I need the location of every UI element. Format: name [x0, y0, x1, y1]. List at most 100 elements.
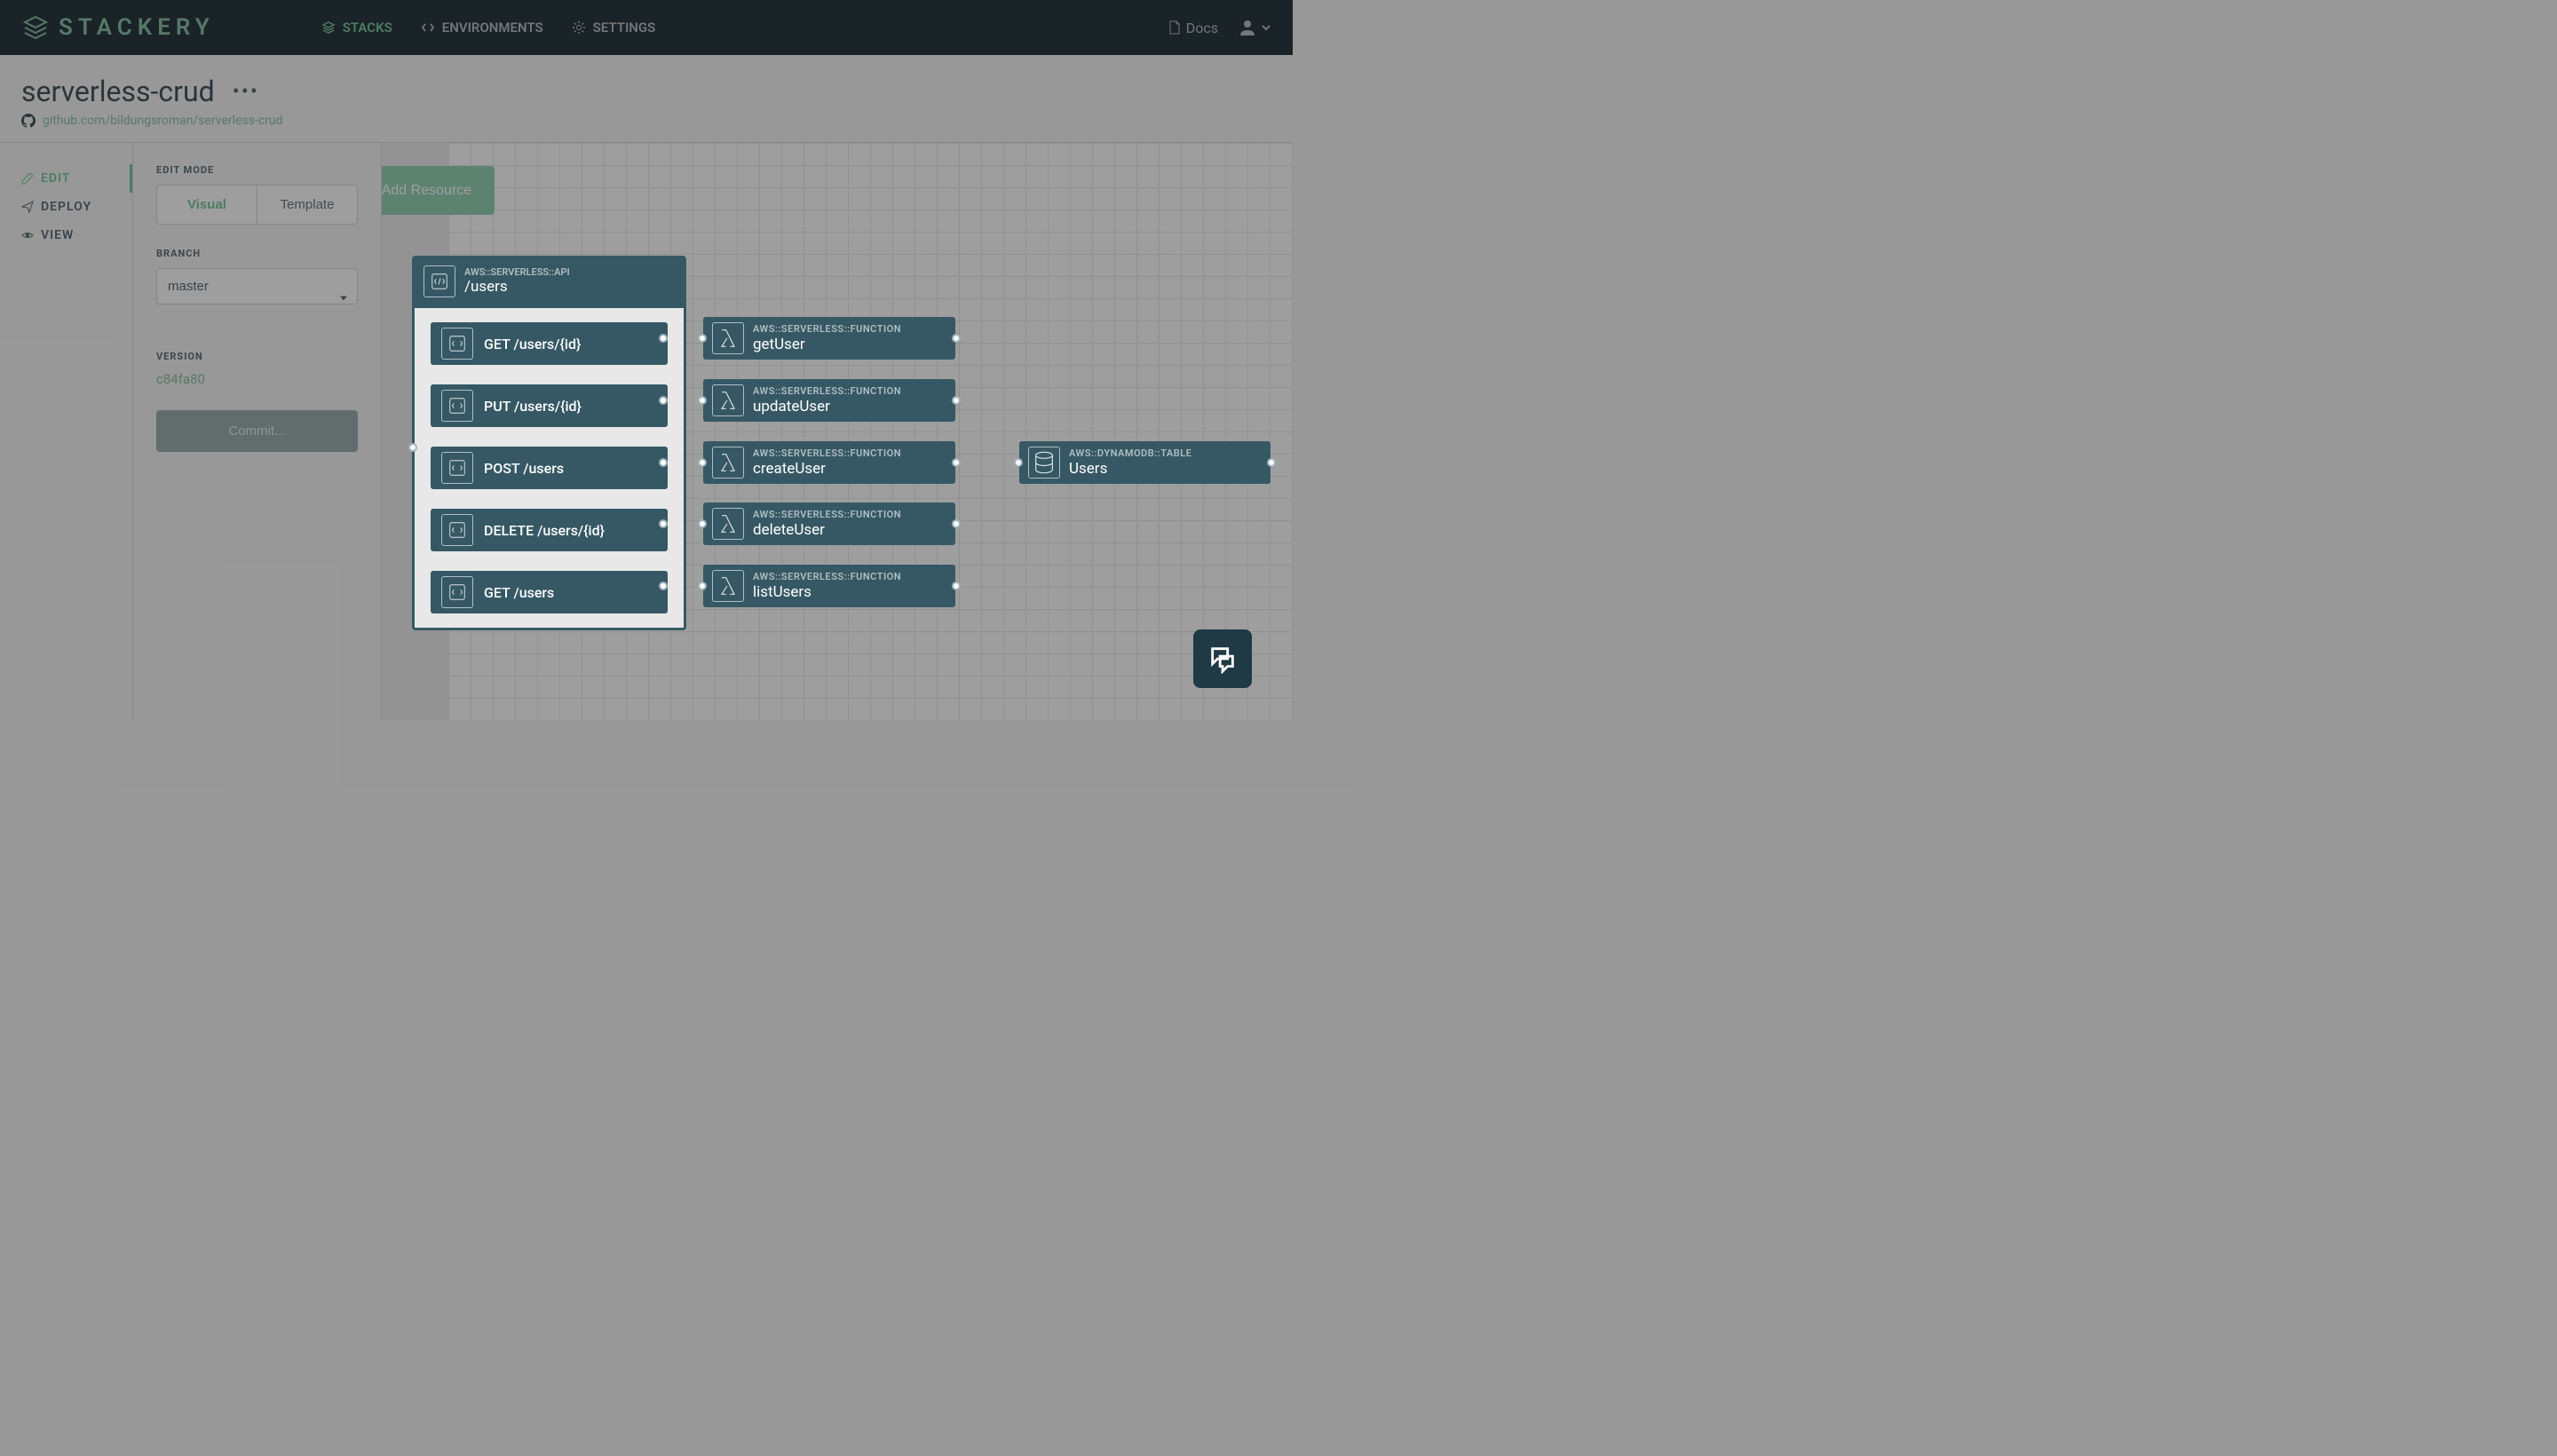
eye-icon: [21, 229, 34, 241]
logo[interactable]: STACKERY: [21, 13, 215, 42]
chat-button[interactable]: [1193, 629, 1252, 688]
function-listusers[interactable]: AWS::SERVERLESS::FUNCTIONlistUsers: [703, 565, 955, 607]
pencil-icon: [21, 172, 34, 185]
function-deleteuser[interactable]: AWS::SERVERLESS::FUNCTIONdeleteUser: [703, 502, 955, 545]
tab-edit[interactable]: EDIT: [0, 164, 132, 193]
route-get-users[interactable]: GET /users: [431, 571, 668, 613]
port[interactable]: [1267, 458, 1276, 467]
tab-deploy[interactable]: DEPLOY: [0, 193, 132, 221]
repo-link[interactable]: github.com/bildungsroman/serverless-crud: [21, 114, 1271, 128]
nav-stacks-label: STACKS: [343, 20, 392, 36]
port[interactable]: [698, 334, 707, 343]
api-name: /users: [464, 278, 570, 296]
tab-view[interactable]: VIEW: [0, 221, 132, 249]
route-icon: [447, 520, 467, 540]
add-resource-button[interactable]: + Add Resource: [382, 166, 495, 215]
user-menu[interactable]: [1238, 18, 1271, 37]
fn-name: createUser: [753, 460, 901, 478]
nav-settings[interactable]: SETTINGS: [572, 20, 656, 36]
dynamodb-users[interactable]: AWS::DYNAMODB::TABLEUsers: [1019, 441, 1271, 484]
route-get-user[interactable]: GET /users/{id}: [431, 322, 668, 365]
route-label: POST /users: [484, 460, 564, 477]
port[interactable]: [659, 582, 668, 590]
port[interactable]: [408, 443, 417, 452]
port[interactable]: [952, 458, 961, 467]
table-type: AWS::DYNAMODB::TABLE: [1069, 447, 1191, 459]
port[interactable]: [952, 396, 961, 405]
fn-name: updateUser: [753, 398, 901, 415]
brand-text: STACKERY: [59, 14, 215, 41]
database-icon: [1032, 450, 1057, 475]
nav-environments-label: ENVIRONMENTS: [442, 20, 543, 36]
table-name: Users: [1069, 460, 1191, 478]
canvas[interactable]: + Add Resource AWS::SERVERLESS::API/user…: [382, 143, 1293, 720]
port[interactable]: [952, 334, 961, 343]
deploy-icon: [21, 201, 34, 213]
left-tabs: EDIT DEPLOY VIEW: [0, 143, 133, 720]
route-post-user[interactable]: POST /users: [431, 447, 668, 489]
chevron-down-icon: [1261, 22, 1271, 33]
commit-button[interactable]: Commit...: [156, 410, 358, 452]
topbar: STACKERY STACKS ENVIRONMENTS SETTINGS Do…: [0, 0, 1293, 55]
port[interactable]: [698, 519, 707, 528]
port[interactable]: [698, 396, 707, 405]
nav-environments[interactable]: ENVIRONMENTS: [421, 20, 543, 36]
route-icon: [447, 458, 467, 478]
branch-select[interactable]: master: [156, 268, 358, 305]
lambda-icon: [716, 450, 740, 475]
port[interactable]: [952, 519, 961, 528]
mode-toggle: Visual Template: [156, 185, 358, 225]
function-createuser[interactable]: AWS::SERVERLESS::FUNCTIONcreateUser: [703, 441, 955, 484]
route-label: DELETE /users/{id}: [484, 522, 605, 539]
mode-template[interactable]: Template: [257, 186, 357, 224]
api-icon: [430, 272, 449, 291]
add-resource-label: Add Resource: [382, 183, 471, 199]
more-icon[interactable]: •••: [233, 81, 259, 102]
stacks-icon: [321, 20, 336, 35]
api-type: AWS::SERVERLESS::API: [464, 266, 570, 278]
port[interactable]: [659, 458, 668, 467]
nav-settings-label: SETTINGS: [593, 20, 656, 36]
fn-type: AWS::SERVERLESS::FUNCTION: [753, 385, 901, 397]
code-icon: [421, 20, 435, 35]
topright: Docs: [1168, 18, 1271, 37]
port[interactable]: [659, 396, 668, 405]
port[interactable]: [659, 334, 668, 343]
tab-view-label: VIEW: [41, 228, 74, 242]
function-updateuser[interactable]: AWS::SERVERLESS::FUNCTIONupdateUser: [703, 379, 955, 422]
lambda-icon: [716, 574, 740, 598]
route-icon: [447, 582, 467, 602]
lambda-icon: [716, 388, 740, 413]
nav-stacks[interactable]: STACKS: [321, 20, 392, 36]
edit-panel: EDIT MODE Visual Template BRANCH master …: [133, 143, 382, 720]
mode-visual[interactable]: Visual: [157, 186, 257, 224]
fn-type: AWS::SERVERLESS::FUNCTION: [753, 571, 901, 582]
tab-deploy-label: DEPLOY: [41, 200, 91, 214]
tab-edit-label: EDIT: [41, 171, 70, 186]
lambda-icon: [716, 511, 740, 536]
function-getuser[interactable]: AWS::SERVERLESS::FUNCTIONgetUser: [703, 317, 955, 360]
port[interactable]: [952, 582, 961, 590]
route-icon: [447, 334, 467, 353]
port[interactable]: [659, 519, 668, 528]
fn-name: listUsers: [753, 583, 901, 601]
port[interactable]: [1014, 458, 1023, 467]
port[interactable]: [698, 582, 707, 590]
user-icon: [1238, 18, 1257, 37]
page-header: serverless-crud ••• github.com/bildungsr…: [0, 55, 1293, 143]
route-delete-user[interactable]: DELETE /users/{id}: [431, 509, 668, 551]
docs-link[interactable]: Docs: [1168, 20, 1218, 36]
fn-type: AWS::SERVERLESS::FUNCTION: [753, 509, 901, 520]
fn-name: deleteUser: [753, 521, 901, 539]
docs-icon: [1168, 20, 1181, 35]
port[interactable]: [698, 458, 707, 467]
chat-icon: [1207, 644, 1238, 674]
api-node[interactable]: AWS::SERVERLESS::API/users GET /users/{i…: [412, 256, 686, 630]
route-label: GET /users: [484, 584, 554, 601]
version-label: VERSION: [156, 351, 358, 362]
gear-icon: [572, 20, 586, 35]
version-link[interactable]: c84fa80: [156, 371, 358, 387]
route-put-user[interactable]: PUT /users/{id}: [431, 384, 668, 427]
repo-url: github.com/bildungsroman/serverless-crud: [43, 114, 283, 128]
route-label: PUT /users/{id}: [484, 398, 582, 415]
